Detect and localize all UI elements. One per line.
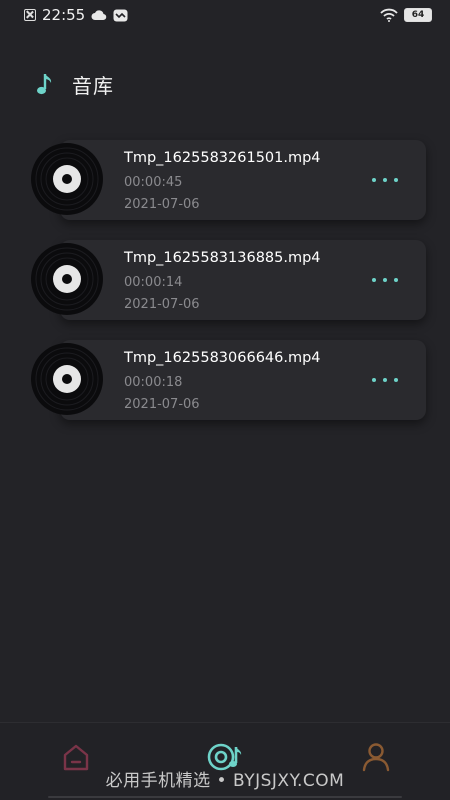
library-header: 音库 bbox=[36, 70, 114, 98]
track-duration: 00:00:14 bbox=[124, 275, 183, 290]
vinyl-record-icon bbox=[31, 143, 103, 215]
message-icon bbox=[113, 9, 128, 21]
track-duration: 00:00:18 bbox=[124, 375, 183, 390]
status-time: 22:55 bbox=[42, 6, 86, 24]
status-bar: 22:55 64 bbox=[0, 0, 450, 30]
status-right: 64 bbox=[380, 8, 432, 22]
track-name: Tmp_1625583066646.mp4 bbox=[124, 350, 321, 366]
track-duration: 00:00:45 bbox=[124, 175, 183, 190]
vinyl-record-icon bbox=[31, 343, 103, 415]
status-left: 22:55 bbox=[24, 6, 128, 24]
battery-indicator: 64 bbox=[404, 8, 432, 22]
notification-close-icon bbox=[24, 9, 36, 21]
track-date: 2021-07-06 bbox=[124, 397, 200, 412]
home-indicator bbox=[48, 796, 402, 798]
track-date: 2021-07-06 bbox=[124, 197, 200, 212]
more-options-icon[interactable] bbox=[372, 375, 398, 385]
track-name: Tmp_1625583261501.mp4 bbox=[124, 150, 321, 166]
music-note-icon bbox=[37, 74, 52, 95]
cloud-icon bbox=[91, 10, 107, 21]
page-title: 音库 bbox=[72, 73, 114, 98]
watermark-text: 必用手机精选 • BYJSJXY.COM bbox=[105, 771, 345, 791]
wifi-icon bbox=[380, 8, 398, 22]
more-options-icon[interactable] bbox=[372, 275, 398, 285]
track-name: Tmp_1625583136885.mp4 bbox=[124, 250, 321, 266]
vinyl-record-icon bbox=[31, 243, 103, 315]
more-options-icon[interactable] bbox=[372, 175, 398, 185]
track-date: 2021-07-06 bbox=[124, 297, 200, 312]
